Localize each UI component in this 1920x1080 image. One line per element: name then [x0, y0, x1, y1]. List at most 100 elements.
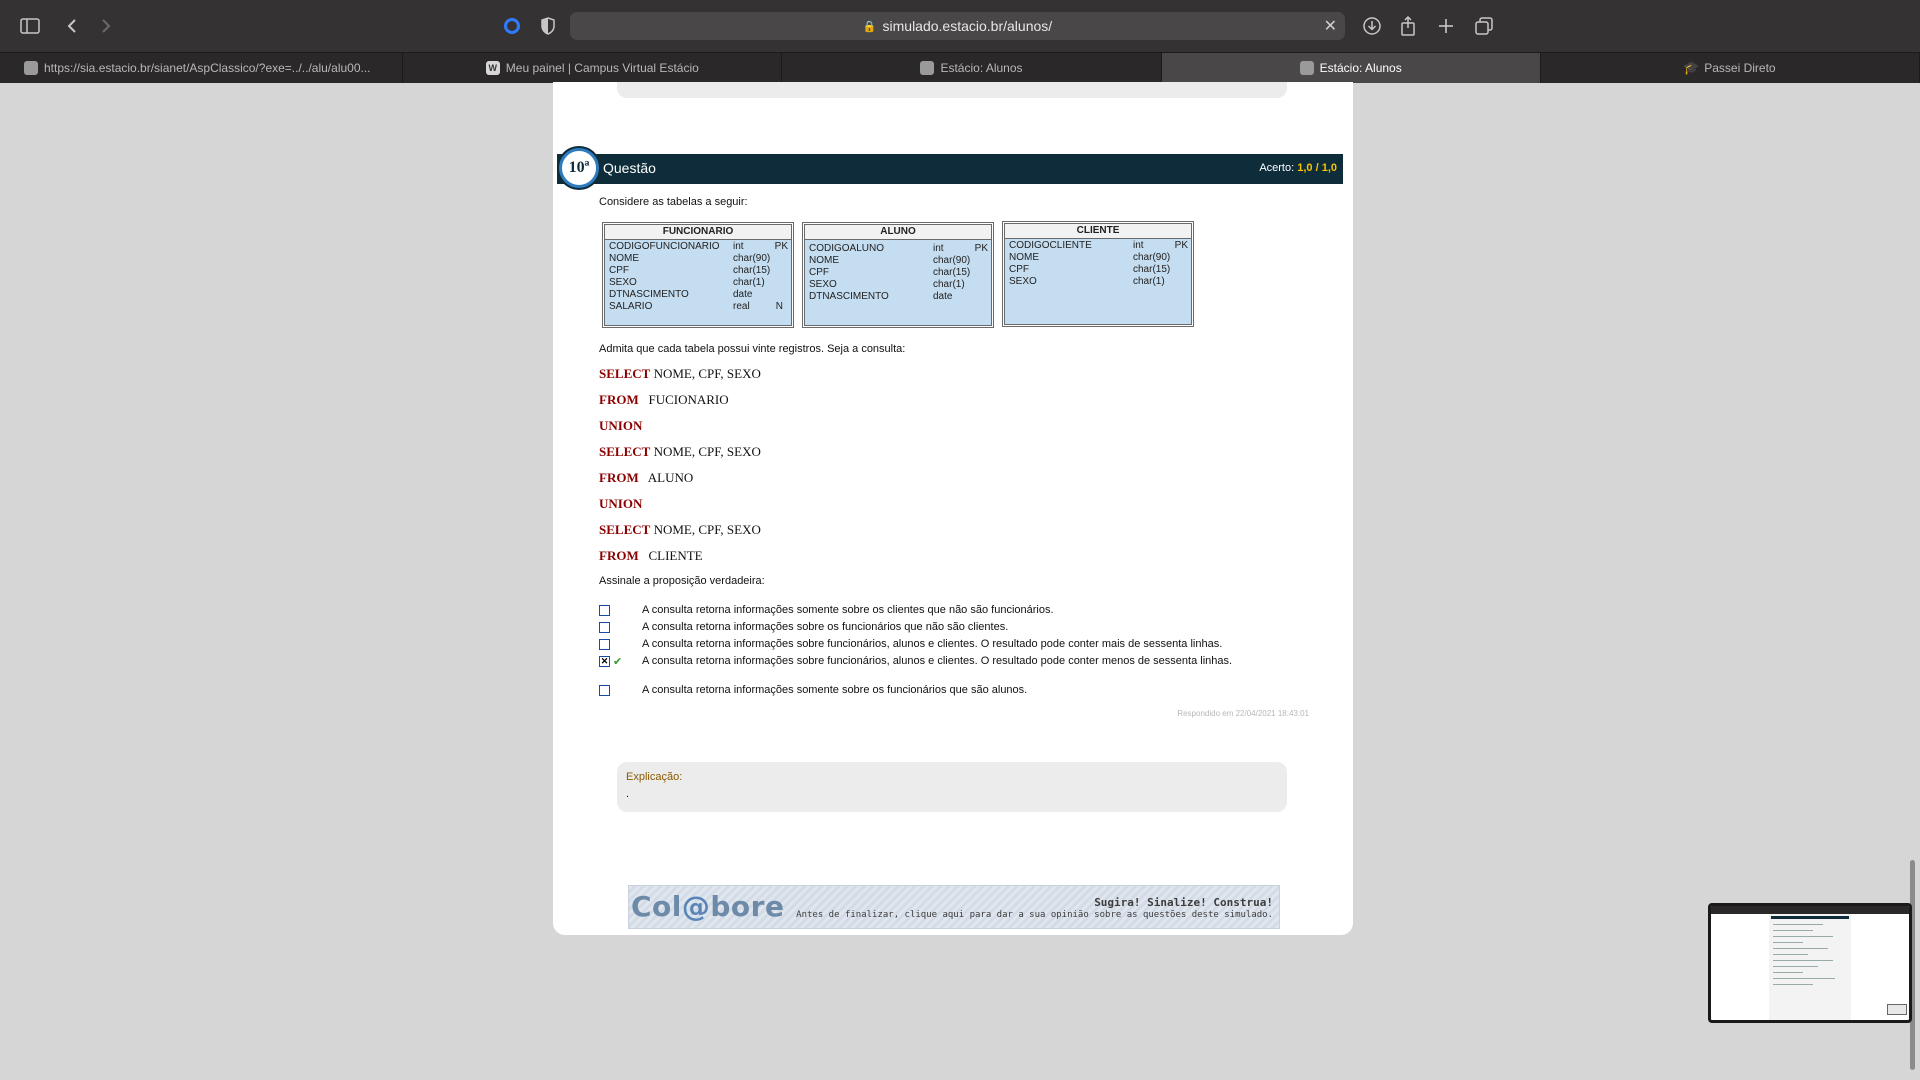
col-name: CPF	[809, 267, 829, 278]
tab-sia[interactable]: https://sia.estacio.br/sianet/AspClassic…	[0, 53, 404, 83]
tab-passei-direto[interactable]: 🎓 Passei Direto	[1541, 53, 1920, 83]
colabore-logo: Col@bore	[631, 890, 784, 923]
tab-label: https://sia.estacio.br/sianet/AspClassic…	[44, 61, 371, 75]
forward-icon[interactable]	[94, 14, 118, 38]
lock-icon: 🔒	[862, 20, 877, 33]
option-checkbox[interactable]	[599, 605, 610, 616]
table-row: NOME char(90)	[605, 253, 791, 265]
option-checkbox[interactable]	[599, 622, 610, 633]
col-key: N	[775, 301, 783, 312]
privacy-shield-icon[interactable]	[536, 14, 560, 38]
page-icon	[24, 61, 38, 75]
thumbnail-header	[1771, 916, 1849, 919]
downloads-icon[interactable]	[1360, 14, 1384, 38]
option-text: A consulta retorna informações somente s…	[642, 684, 1028, 696]
col-type: char(15)	[733, 265, 771, 276]
answered-timestamp: Respondido em 22/04/2021 18:43:01	[1177, 709, 1309, 718]
extension-icon[interactable]	[500, 14, 524, 38]
correct-check-icon: ✔	[613, 656, 623, 668]
sql-line: SELECT NOME, CPF, SEXO	[599, 444, 761, 460]
thumbnail-line	[1773, 948, 1828, 949]
option-checkbox[interactable]	[599, 639, 610, 650]
tab-label: Meu painel | Campus Virtual Estácio	[505, 61, 699, 75]
col-type: char(90)	[733, 253, 771, 264]
tab-overview-icon[interactable]	[1472, 14, 1496, 38]
address-bar[interactable]: 🔒 simulado.estacio.br/alunos/ ✕	[570, 12, 1345, 40]
sql-line: SELECT NOME, CPF, SEXO	[599, 366, 761, 382]
sql-keyword: FROM	[599, 392, 639, 407]
thumbnail-line	[1773, 924, 1823, 925]
sql-line: SELECT NOME, CPF, SEXO	[599, 522, 761, 538]
w-favicon: W	[485, 61, 500, 75]
thumbnail-line	[1773, 954, 1808, 955]
col-name: SALARIO	[609, 301, 653, 312]
tab-estacio-alunos[interactable]: Estácio: Alunos	[782, 53, 1162, 83]
clear-url-icon[interactable]: ✕	[1324, 16, 1337, 36]
option-checkbox[interactable]	[599, 685, 610, 696]
option-text: A consulta retorna informações sobre fun…	[642, 638, 1223, 650]
col-name: CPF	[1009, 264, 1029, 275]
window-thumbnail-preview[interactable]	[1708, 903, 1912, 1023]
explanation-text: .	[626, 788, 630, 800]
sidebar-toggle-icon[interactable]	[18, 14, 42, 38]
col-type: real	[733, 301, 750, 312]
col-key: PK	[774, 241, 788, 252]
share-icon[interactable]	[1396, 14, 1420, 38]
back-icon[interactable]	[60, 14, 84, 38]
col-name: NOME	[609, 253, 639, 264]
tab-campus-virtual[interactable]: W Meu painel | Campus Virtual Estácio	[403, 53, 783, 83]
tab-label: Estácio: Alunos	[940, 61, 1023, 75]
thumbnail-line	[1773, 936, 1833, 937]
col-type: char(1)	[733, 277, 765, 288]
sql-text: NOME, CPF, SEXO	[653, 366, 761, 381]
col-type: char(90)	[1133, 252, 1171, 263]
explanation-box: Explicação: .	[617, 762, 1287, 812]
col-type: int	[933, 243, 944, 254]
tab-estacio-alunos-active[interactable]: Estácio: Alunos	[1161, 53, 1541, 83]
table-row: CPF char(15)	[805, 267, 991, 279]
option-text: A consulta retorna informações somente s…	[642, 604, 1054, 616]
sql-keyword: FROM	[599, 470, 639, 485]
table-row: SEXO char(1)	[805, 279, 991, 291]
table-row: DTNASCIMENTO date	[605, 289, 791, 301]
col-key: PK	[1174, 240, 1188, 251]
score: Acerto: 1,0 / 1,0	[1259, 162, 1337, 174]
new-tab-icon[interactable]	[1434, 14, 1458, 38]
col-type: char(1)	[1133, 276, 1165, 287]
col-name: CODIGOALUNO	[809, 243, 885, 254]
thumbnail-line	[1773, 930, 1813, 931]
browser-toolbar: 🔒 simulado.estacio.br/alunos/ ✕	[0, 0, 1920, 52]
question-title: Questão	[603, 160, 656, 176]
page-content: 10ª Questão Acerto: 1,0 / 1,0 Considere …	[553, 82, 1353, 935]
logo-at: @	[681, 890, 711, 923]
tab-label: Estácio: Alunos	[1319, 61, 1402, 75]
col-type: int	[1133, 240, 1144, 251]
col-type: char(15)	[933, 267, 971, 278]
thumbnail-line	[1773, 942, 1803, 943]
table-row: SEXO char(1)	[1005, 276, 1191, 288]
col-name: NOME	[809, 255, 839, 266]
option-checkbox-checked[interactable]: ✕	[599, 656, 610, 667]
table-row: NOME char(90)	[805, 255, 991, 267]
logo-part: Col	[631, 890, 682, 923]
option-text: A consulta retorna informações sobre os …	[642, 621, 1009, 633]
col-name: CODIGOCLIENTE	[1009, 240, 1092, 251]
thumbnail-line	[1773, 966, 1818, 967]
table-row: SALARIO real N	[605, 301, 791, 313]
col-type: date	[733, 289, 753, 300]
table-name: FUNCIONARIO	[605, 225, 791, 240]
estacio-favicon	[920, 61, 935, 75]
thumbnail-line	[1773, 972, 1803, 973]
sql-text: NOME, CPF, SEXO	[653, 444, 761, 459]
col-name: SEXO	[809, 279, 837, 290]
sql-keyword: UNION	[599, 496, 643, 511]
col-name: CODIGOFUNCIONARIO	[609, 241, 720, 252]
col-name: DTNASCIMENTO	[609, 289, 689, 300]
thumbnail-line	[1773, 960, 1833, 961]
col-type: int	[733, 241, 744, 252]
sql-line: FROM CLIENTE	[599, 548, 703, 564]
tab-bar: https://sia.estacio.br/sianet/AspClassic…	[0, 52, 1920, 83]
table-row: CPF char(15)	[605, 265, 791, 277]
colabore-banner[interactable]: Col@bore Sugira! Sinalize! Construa! Ant…	[628, 885, 1280, 929]
graduation-cap-icon: 🎓	[1683, 60, 1700, 75]
